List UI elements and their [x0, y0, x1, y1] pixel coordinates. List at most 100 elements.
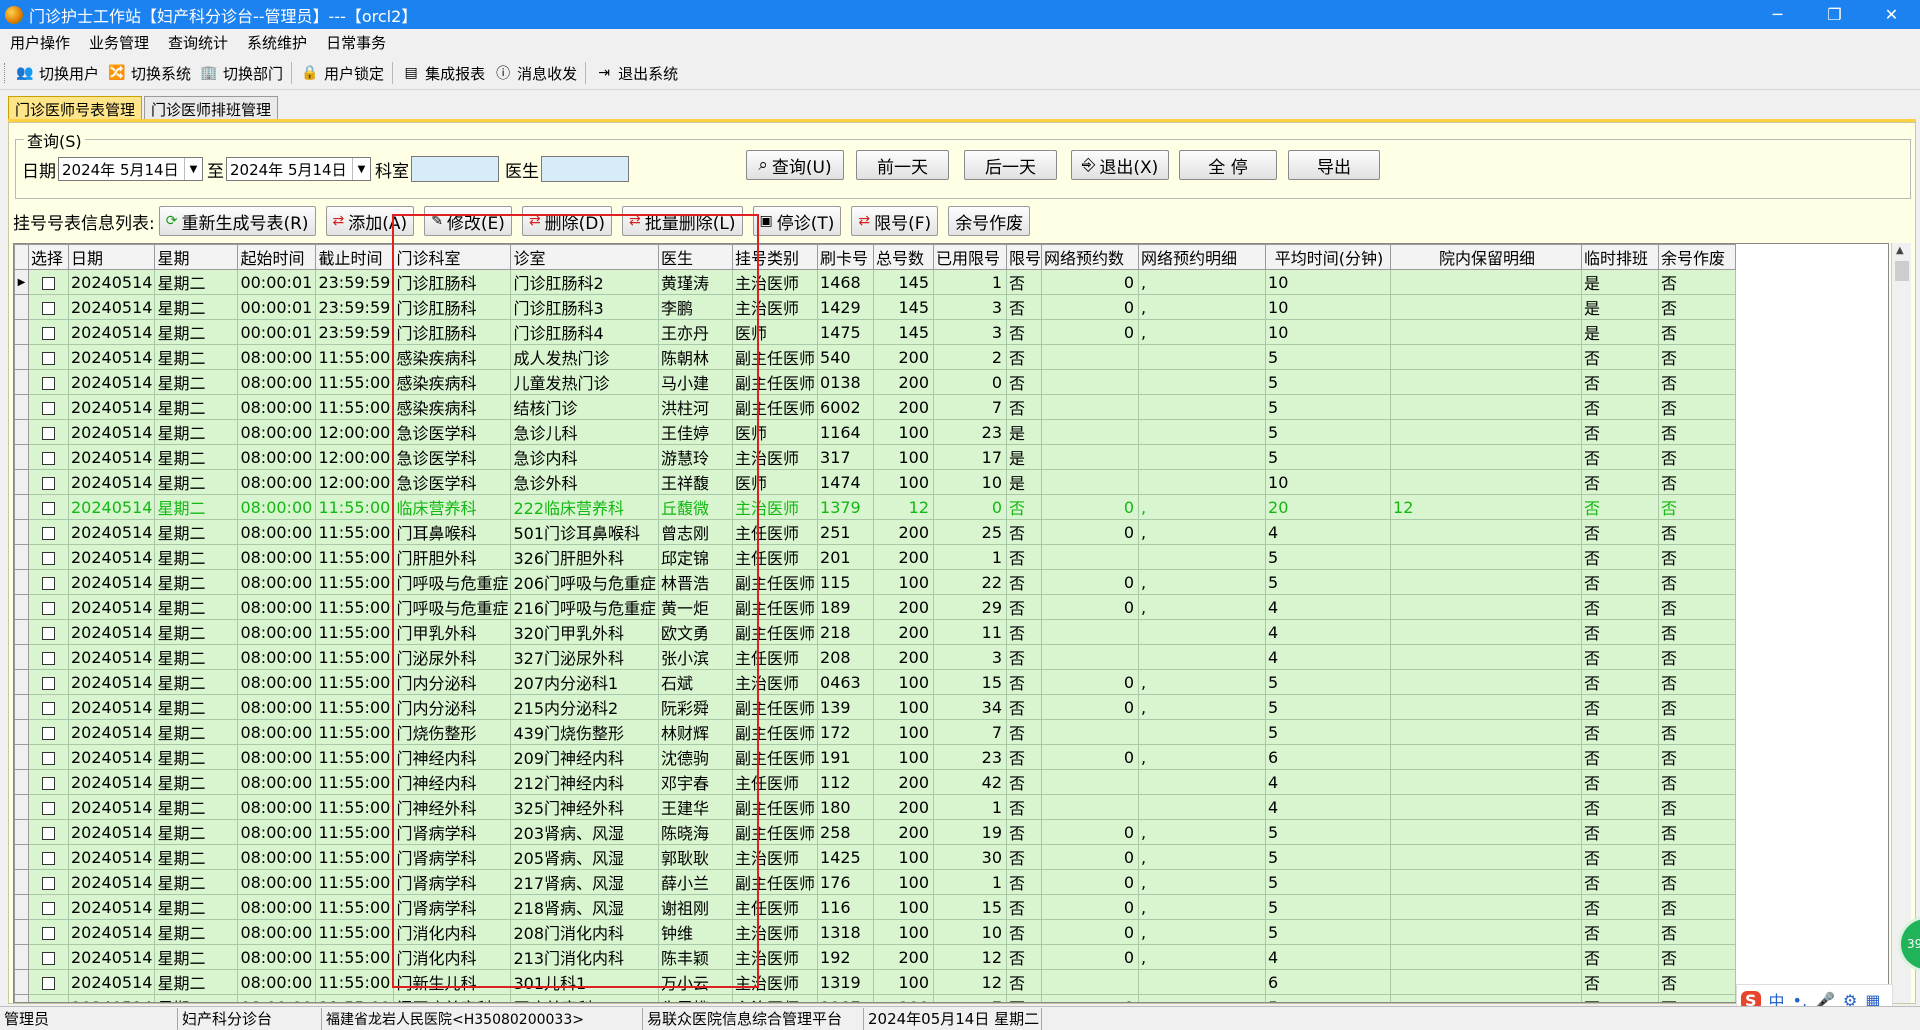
table-cell[interactable]: 星期二 — [154, 544, 239, 570]
table-cell[interactable]: 副主任医师 — [731, 819, 819, 845]
table-cell[interactable]: 0 — [1041, 844, 1140, 870]
row-indicator[interactable] — [14, 344, 29, 370]
table-cell[interactable]: 08:00:00 — [237, 494, 317, 520]
table-cell[interactable]: 门甲乳外科 — [393, 619, 512, 645]
table-cell[interactable]: 沈德驹 — [658, 744, 733, 770]
table-cell[interactable]: 218肾病、风湿 — [510, 894, 659, 920]
table-cell[interactable]: 20240514 — [67, 344, 156, 370]
table-cell[interactable]: 儿童发热门诊 — [510, 369, 659, 395]
table-cell[interactable]: 6 — [1265, 969, 1392, 995]
table-cell[interactable]: , — [1138, 594, 1267, 620]
table-cell[interactable]: 540 — [817, 344, 875, 370]
table-cell[interactable] — [1390, 469, 1583, 495]
table-cell[interactable]: 2 — [933, 344, 1008, 370]
table-cell[interactable]: 门呼吸与危重症 — [393, 594, 512, 620]
table-cell[interactable]: 0 — [1041, 869, 1140, 895]
table-cell[interactable]: 20240514 — [67, 444, 156, 470]
dept-input[interactable] — [411, 156, 499, 182]
table-cell[interactable]: 否 — [1581, 344, 1660, 370]
table-cell[interactable] — [1041, 469, 1140, 495]
table-cell[interactable]: 08:00:00 — [237, 569, 317, 595]
table-cell[interactable]: 否 — [1658, 744, 1737, 770]
table-cell[interactable]: , — [1138, 819, 1267, 845]
table-cell[interactable]: 0 — [1041, 819, 1140, 845]
table-cell[interactable]: 4 — [1265, 619, 1392, 645]
table-cell[interactable]: 10 — [933, 469, 1008, 495]
table-cell[interactable]: 否 — [1658, 494, 1737, 520]
table-cell[interactable]: 1319 — [817, 969, 875, 995]
checkbox[interactable] — [42, 276, 55, 290]
table-cell[interactable]: 172 — [817, 719, 875, 745]
table-cell[interactable]: 200 — [873, 769, 935, 795]
table-cell[interactable]: 星期二 — [154, 994, 239, 1002]
table-cell[interactable]: 张小滨 — [658, 644, 733, 670]
table-cell[interactable] — [1390, 444, 1583, 470]
table-cell[interactable]: 0 — [1041, 669, 1140, 695]
table-cell[interactable]: 星期二 — [154, 844, 239, 870]
col-header[interactable]: 刷卡号 — [817, 244, 875, 270]
table-cell[interactable]: , — [1138, 519, 1267, 545]
table-cell[interactable]: 19 — [933, 819, 1008, 845]
table-cell[interactable]: 星期二 — [154, 269, 239, 295]
table-cell[interactable]: 5 — [1265, 444, 1392, 470]
table-cell[interactable]: 20240514 — [67, 794, 156, 820]
switch-department-button[interactable]: 🏢 切换部门 — [199, 63, 283, 84]
table-cell[interactable]: 门神经内科 — [393, 744, 512, 770]
table-cell[interactable]: 感染疾病科 — [393, 369, 512, 395]
table-cell[interactable]: 否 — [1658, 544, 1737, 570]
table-cell[interactable]: 否 — [1658, 519, 1737, 545]
table-cell[interactable]: 20240514 — [67, 494, 156, 520]
table-cell[interactable] — [1138, 369, 1267, 395]
row-indicator[interactable] — [14, 519, 29, 545]
table-cell[interactable]: 否 — [1006, 344, 1043, 370]
table-cell[interactable]: 22 — [933, 569, 1008, 595]
table-cell[interactable]: 李鹏 — [658, 294, 733, 320]
checkbox[interactable] — [42, 476, 55, 490]
table-cell[interactable]: 20240514 — [67, 894, 156, 920]
table-cell[interactable]: 否 — [1006, 994, 1043, 1002]
table-cell[interactable]: 12 — [873, 494, 935, 520]
table-row[interactable]: 20240514 星期二 08:00:00 11:55:00 门呼吸与危重症 206门呼吸… — [14, 569, 1737, 595]
table-cell[interactable]: 否 — [1581, 594, 1660, 620]
table-cell[interactable] — [1390, 844, 1583, 870]
table-cell[interactable]: 否 — [1658, 894, 1737, 920]
table-cell[interactable]: 5 — [1265, 419, 1392, 445]
table-cell[interactable] — [1138, 444, 1267, 470]
table-cell[interactable]: 曾志刚 — [658, 519, 733, 545]
table-cell[interactable]: 否 — [1006, 569, 1043, 595]
table-cell[interactable]: 成人发热门诊 — [510, 344, 659, 370]
table-cell[interactable]: 急诊内科 — [510, 444, 659, 470]
table-cell[interactable]: 145 — [873, 294, 935, 320]
menu-system[interactable]: 系统维护 — [247, 32, 307, 53]
table-cell[interactable] — [1390, 944, 1583, 970]
table-cell[interactable]: 1 — [933, 269, 1008, 295]
table-cell[interactable]: 100 — [873, 444, 935, 470]
table-cell[interactable]: 15 — [933, 894, 1008, 920]
checkbox[interactable] — [42, 726, 55, 740]
table-cell[interactable]: 100 — [873, 669, 935, 695]
table-cell[interactable]: 10 — [1265, 469, 1392, 495]
table-cell[interactable]: 星期二 — [154, 519, 239, 545]
table-row[interactable]: 20240514 星期二 08:00:00 11:55:00 门新生儿科 301儿科1 万小… — [14, 969, 1737, 995]
table-cell[interactable] — [1390, 794, 1583, 820]
row-indicator[interactable] — [14, 719, 29, 745]
table-row[interactable]: 20240514 星期二 08:00:00 12:00:00 急诊医学科 急诊外科 王祥馥医… — [14, 469, 1737, 495]
table-cell[interactable]: 否 — [1658, 294, 1737, 320]
table-cell[interactable]: 5 — [1265, 669, 1392, 695]
table-cell[interactable]: 0 — [1041, 744, 1140, 770]
toolbar-grip[interactable] — [4, 63, 7, 83]
table-cell[interactable]: 5 — [1265, 919, 1392, 945]
table-cell[interactable]: 320门甲乳外科 — [510, 619, 659, 645]
table-cell[interactable]: 208门消化内科 — [510, 919, 659, 945]
checkbox[interactable] — [42, 376, 55, 390]
table-cell[interactable]: 急诊医学科 — [393, 444, 512, 470]
row-indicator[interactable] — [14, 944, 29, 970]
table-cell[interactable]: 11:55:00 — [315, 369, 395, 395]
table-cell[interactable]: 1475 — [817, 319, 875, 345]
table-cell[interactable]: 08:00:00 — [237, 469, 317, 495]
regenerate-button[interactable]: ⟳ 重新生成号表(R) — [158, 206, 316, 236]
table-row[interactable]: 20240514 星期二 08:00:00 11:55:00 门肾病学科 203肾病、风湿… — [14, 819, 1737, 845]
table-row[interactable]: 20240514 星期二 08:00:00 11:55:00 门甲乳外科 320门甲乳外科… — [14, 619, 1737, 645]
table-cell[interactable]: 5 — [1265, 344, 1392, 370]
table-cell[interactable]: 主治医师 — [731, 969, 819, 995]
